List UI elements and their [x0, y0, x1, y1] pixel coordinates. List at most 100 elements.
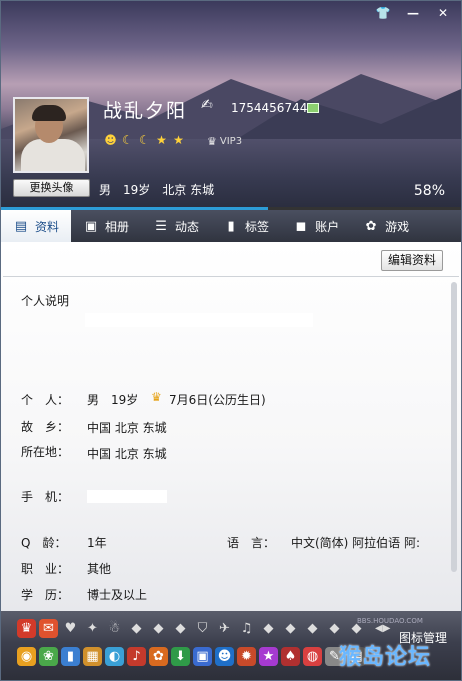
diamond-icon[interactable]: ◆	[303, 619, 322, 638]
window-controls: 👕 — ✕	[369, 5, 457, 21]
diamond-icon[interactable]: ◆	[325, 619, 344, 638]
qage-label: Q 龄：	[21, 536, 67, 550]
personal-desc-label: 个人说明	[21, 294, 70, 308]
tab-tags[interactable]: ▮ 标签	[211, 210, 281, 242]
icon-row-2: ◉ ❀ ▮ ▦ ◐ ♪ ✿ ⬇ ▣ ☻ ✹ ★ ♠ ◍ ✎ ▤	[17, 647, 366, 666]
farm-icon[interactable]: ✿	[149, 647, 168, 666]
photo-icon: ▣	[84, 218, 98, 234]
moon-icon: ☾	[122, 133, 133, 147]
birthday: 7月6日(公历生日)	[169, 393, 266, 407]
heart-icon[interactable]: ♥	[61, 619, 80, 638]
qage-value: 1年	[87, 536, 107, 550]
id-card-icon: ▤	[14, 218, 28, 234]
penguin-icon[interactable]: ☻	[215, 647, 234, 666]
edit-signature-icon[interactable]: ✍	[201, 97, 213, 113]
phone-label: 手 机：	[21, 490, 70, 504]
location-label: 所在地：	[21, 445, 70, 459]
person-gender: 男	[87, 393, 100, 407]
card-icon[interactable]: ♠	[281, 647, 300, 666]
location: 北京 东城	[162, 183, 215, 197]
tab-label: 游戏	[385, 219, 410, 234]
member-icon[interactable]: ◉	[17, 647, 36, 666]
box-icon[interactable]: ▣	[193, 647, 212, 666]
shirt-icon: 👕	[375, 6, 391, 20]
diamond-icon[interactable]: ◆	[127, 619, 146, 638]
diamond-icon[interactable]: ◆	[259, 619, 278, 638]
red-envelope-icon[interactable]: ◍	[303, 647, 322, 666]
fire-icon[interactable]: ✹	[237, 647, 256, 666]
list-icon: ☰	[155, 218, 167, 234]
vip-icon: ♛	[207, 135, 217, 148]
icon-row-1: ♛ ✉ ♥ ✦ ☃ ◆ ◆ ◆ ⛉ ✈ ♫ ◆ ◆ ◆ ◆ ◆	[17, 619, 366, 638]
download-icon[interactable]: ⬇	[171, 647, 190, 666]
diamond-icon[interactable]: ◆	[149, 619, 168, 638]
language-label: 语 言：	[227, 536, 276, 550]
crown-icon: ♛	[151, 390, 162, 404]
service-icon-bar: ♛ ✉ ♥ ✦ ☃ ◆ ◆ ◆ ⛉ ✈ ♫ ◆ ◆ ◆ ◆ ◆ ◀▶ 图标管理 …	[1, 611, 461, 680]
star-icon[interactable]: ★	[259, 647, 278, 666]
phone-icon[interactable]: ▮	[61, 647, 80, 666]
nickname: 战乱夕阳	[103, 100, 188, 122]
edu-label: 学 历：	[21, 588, 70, 602]
job-label: 职 业：	[21, 562, 70, 576]
pet-icon[interactable]: ❀	[39, 647, 58, 666]
show-icon[interactable]: ◐	[105, 647, 124, 666]
qq-number: 1754456744	[231, 101, 308, 115]
skin-button[interactable]: 👕	[369, 5, 397, 21]
moon-icon: ☾	[139, 133, 150, 147]
divider	[3, 276, 459, 277]
star-icon: ★	[156, 133, 167, 147]
tab-label: 账户	[315, 219, 340, 234]
gender: 男	[99, 183, 112, 197]
hometown-value: 中国 北京 东城	[87, 421, 167, 435]
music-icon[interactable]: ♪	[127, 647, 146, 666]
profile-completeness: 58%	[413, 183, 445, 199]
star-icon: ★	[173, 133, 184, 147]
bird-icon[interactable]: ✈	[215, 619, 234, 638]
bookmark-icon: ▮	[227, 218, 235, 234]
age: 19岁	[123, 183, 151, 197]
diamond-icon[interactable]: ◆	[281, 619, 300, 638]
shield-icon[interactable]: ⛉	[193, 619, 212, 638]
tab-label: 动态	[175, 219, 200, 234]
profile-content: 编辑资料 个人说明 个 人： 男 19岁 ♛ 7月6日(公历生日) 故 乡： 中…	[1, 242, 461, 611]
game-icon: ✿	[365, 218, 377, 234]
sun-icon: ☻	[104, 133, 117, 147]
phone-value	[87, 490, 167, 503]
game-icon[interactable]: ▦	[83, 647, 102, 666]
hometown-label: 故 乡：	[21, 420, 70, 434]
mail-icon[interactable]: ✉	[39, 619, 58, 638]
qq-card-icon[interactable]	[307, 103, 319, 113]
briefcase-icon: ◼	[295, 218, 307, 234]
tab-feed[interactable]: ☰ 动态	[141, 210, 211, 242]
person-age: 19岁	[111, 393, 139, 407]
pet-icon[interactable]: ✦	[83, 619, 102, 638]
tab-label: 标签	[245, 219, 270, 234]
edit-profile-button[interactable]: 编辑资料	[381, 250, 443, 271]
penguin-icon[interactable]: ☃	[105, 619, 124, 638]
diamond-icon[interactable]: ◆	[171, 619, 190, 638]
scrollbar[interactable]	[451, 282, 457, 572]
vip-label: VIP3	[219, 136, 243, 147]
minimize-button[interactable]: —	[399, 5, 427, 21]
personal-desc-value	[85, 313, 313, 327]
profile-header: 👕 — ✕ 更换头像 战乱夕阳 ✍ 1754456744 ☻ ☾ ☾ ★ ★ ♛…	[1, 1, 461, 209]
change-avatar-button[interactable]: 更换头像	[13, 179, 90, 197]
vip-badge[interactable]: ♛ VIP3	[207, 135, 242, 148]
avatar[interactable]	[13, 97, 89, 173]
avatar-hair	[32, 105, 66, 121]
watermark-url: BBS.HOUDAO.COM	[357, 617, 423, 625]
avatar-body	[21, 139, 85, 171]
level-icons[interactable]: ☻ ☾ ☾ ★ ★	[103, 133, 186, 148]
close-button[interactable]: ✕	[429, 5, 457, 21]
qzone-level-icon[interactable]: ♛	[17, 619, 36, 638]
edu-value: 博士及以上	[87, 588, 148, 602]
tab-games[interactable]: ✿ 游戏	[351, 210, 421, 242]
job-value: 其他	[87, 562, 112, 576]
tab-profile[interactable]: ▤ 资料	[1, 210, 72, 242]
tab-account[interactable]: ◼ 账户	[281, 210, 351, 242]
profile-window: 👕 — ✕ 更换头像 战乱夕阳 ✍ 1754456744 ☻ ☾ ☾ ★ ★ ♛…	[0, 0, 462, 681]
music-icon[interactable]: ♫	[237, 619, 256, 638]
tab-album[interactable]: ▣ 相册	[71, 210, 141, 242]
person-label: 个 人：	[21, 393, 70, 407]
